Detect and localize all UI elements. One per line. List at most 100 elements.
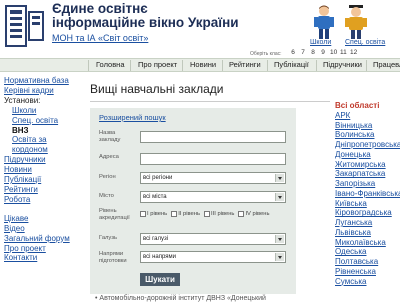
nav-divider	[130, 60, 131, 71]
main-nav: Головна Про проект Новини Рейтинги Публі…	[0, 58, 400, 72]
nav-divider	[88, 60, 89, 71]
sidebar-item-video[interactable]: Відео	[4, 224, 84, 234]
search-button[interactable]: Шукати	[140, 273, 180, 286]
city-select[interactable]: всі міста	[140, 191, 286, 203]
sidebar-item-textbooks[interactable]: Підручники	[4, 155, 84, 165]
level-2-label: II рівень	[178, 211, 201, 217]
sidebar-item-interesting[interactable]: Цікаве	[4, 214, 84, 224]
accreditation-label: Рівень акредитації	[99, 208, 130, 221]
level-1-label: I рівень	[147, 211, 168, 217]
nav-employment[interactable]: Працевл	[373, 60, 400, 69]
chevron-down-icon	[275, 235, 284, 243]
region-item[interactable]: Вінницька	[335, 121, 400, 131]
region-item[interactable]: Житомирська	[335, 160, 400, 170]
level-2-option[interactable]: II рівень	[171, 211, 200, 217]
region-item[interactable]: Дніпропетровська	[335, 140, 400, 150]
site-title[interactable]: Єдине освітнє інформаційне вікно України	[52, 2, 242, 30]
checkbox-icon[interactable]	[204, 211, 211, 217]
address-input[interactable]	[140, 153, 286, 165]
schoolboy-icon[interactable]	[312, 4, 336, 40]
sidebar-item-forum[interactable]: Загальний форум	[4, 234, 84, 244]
level-4-option[interactable]: IV рівень	[238, 211, 270, 217]
region-item[interactable]: Івано-Франківська	[335, 189, 400, 199]
nav-divider	[267, 60, 268, 71]
grade-7[interactable]: 7	[300, 49, 306, 56]
branch-select[interactable]: всі галузі	[140, 233, 286, 245]
sidebar-item-publications[interactable]: Публікації	[4, 175, 84, 185]
region-item[interactable]: Львівська	[335, 228, 400, 238]
nav-home[interactable]: Головна	[96, 60, 125, 69]
regions-list: Всі області АРК Вінницька Волинська Дніп…	[335, 101, 400, 286]
city-select-value: всі міста	[143, 194, 167, 200]
nav-divider	[182, 60, 183, 71]
nav-news[interactable]: Новини	[190, 60, 216, 69]
page-title: Вищі навчальні заклади	[90, 82, 224, 96]
level-3-label: III рівень	[211, 211, 235, 217]
sidebar-institutions-label: Установи:	[4, 95, 41, 105]
nav-publications[interactable]: Публікації	[274, 60, 309, 69]
region-item[interactable]: Київська	[335, 199, 400, 209]
org-link[interactable]: МОН та ІА «Світ освіт»	[52, 33, 148, 43]
level-3-option[interactable]: III рівень	[204, 211, 234, 217]
grades-label: Оберіть клас:	[250, 51, 282, 57]
logo-icon[interactable]	[5, 4, 45, 48]
region-select[interactable]: всі регіони	[140, 172, 286, 184]
sidebar-item-universities[interactable]: ВНЗ	[4, 126, 84, 136]
branch-select-value: всі галузі	[143, 236, 169, 242]
grade-6[interactable]: 6	[290, 49, 296, 56]
level-4-label: IV рівень	[245, 211, 270, 217]
grade-8[interactable]: 8	[310, 49, 316, 56]
schools-link[interactable]: Школи	[310, 39, 331, 46]
direction-select[interactable]: всі напрями	[140, 251, 286, 263]
grade-11[interactable]: 11	[340, 49, 347, 56]
sidebar-item-news[interactable]: Новини	[4, 165, 84, 175]
region-item[interactable]: Одеська	[335, 247, 400, 257]
advanced-search-link[interactable]: Розширений пошук	[99, 113, 166, 122]
special-education-link[interactable]: Спец. освіта	[345, 39, 385, 46]
region-item[interactable]: Полтавська	[335, 257, 400, 267]
graduate-icon[interactable]	[344, 4, 368, 40]
region-item[interactable]: Волинська	[335, 130, 400, 140]
grade-12[interactable]: 12	[350, 49, 357, 56]
region-all[interactable]: Всі області	[335, 101, 400, 111]
name-input[interactable]	[140, 131, 286, 143]
region-item[interactable]: Закарпатська	[335, 169, 400, 179]
sidebar-item-about[interactable]: Про проект	[4, 244, 84, 254]
nav-ratings[interactable]: Рейтинги	[229, 60, 261, 69]
direction-label: Напрями підготовки	[99, 251, 127, 264]
grade-10[interactable]: 10	[330, 49, 337, 56]
region-item[interactable]: Кіровоградська	[335, 208, 400, 218]
sidebar-item-management[interactable]: Керівні кадри	[4, 86, 84, 96]
sidebar-item-special-education[interactable]: Спец. освіта	[4, 116, 84, 126]
sidebar-item-ratings[interactable]: Рейтинги	[4, 185, 84, 195]
nav-about[interactable]: Про проект	[138, 60, 177, 69]
accreditation-levels: I рівень II рівень III рівень IV рівень	[140, 211, 270, 217]
sidebar-item-education-abroad[interactable]: Освіта за	[4, 135, 84, 145]
city-label: Місто	[99, 193, 114, 199]
region-item[interactable]: Донецька	[335, 150, 400, 160]
chevron-down-icon	[275, 253, 284, 261]
region-item[interactable]: Сумська	[335, 277, 400, 287]
region-item[interactable]: Рівненська	[335, 267, 400, 277]
region-item[interactable]: АРК	[335, 111, 400, 121]
direction-select-value: всі напрями	[143, 254, 177, 260]
checkbox-icon[interactable]	[171, 211, 178, 217]
sidebar-item-regulations[interactable]: Нормативна база	[4, 76, 84, 86]
nav-divider	[316, 60, 317, 71]
region-item[interactable]: Луганська	[335, 218, 400, 228]
level-1-option[interactable]: I рівень	[140, 211, 167, 217]
sidebar-item-education-abroad-cont[interactable]: кордоном	[4, 145, 84, 155]
sidebar-item-schools[interactable]: Школи	[4, 106, 84, 116]
nav-textbooks[interactable]: Підручники	[323, 60, 362, 69]
checkbox-icon[interactable]	[140, 211, 146, 217]
sidebar-item-contacts[interactable]: Контакти	[4, 253, 84, 263]
region-item[interactable]: Запорізька	[335, 179, 400, 189]
nav-divider	[222, 60, 223, 71]
result-item[interactable]: • Автомобільно-дорожній інститут ДВНЗ «Д…	[95, 295, 266, 302]
region-item[interactable]: Миколаївська	[335, 238, 400, 248]
grade-9[interactable]: 9	[320, 49, 326, 56]
sidebar-item-jobs[interactable]: Робота	[4, 195, 84, 205]
checkbox-icon[interactable]	[238, 211, 245, 217]
sidebar: Нормативна база Керівні кадри Установи: …	[4, 76, 84, 263]
